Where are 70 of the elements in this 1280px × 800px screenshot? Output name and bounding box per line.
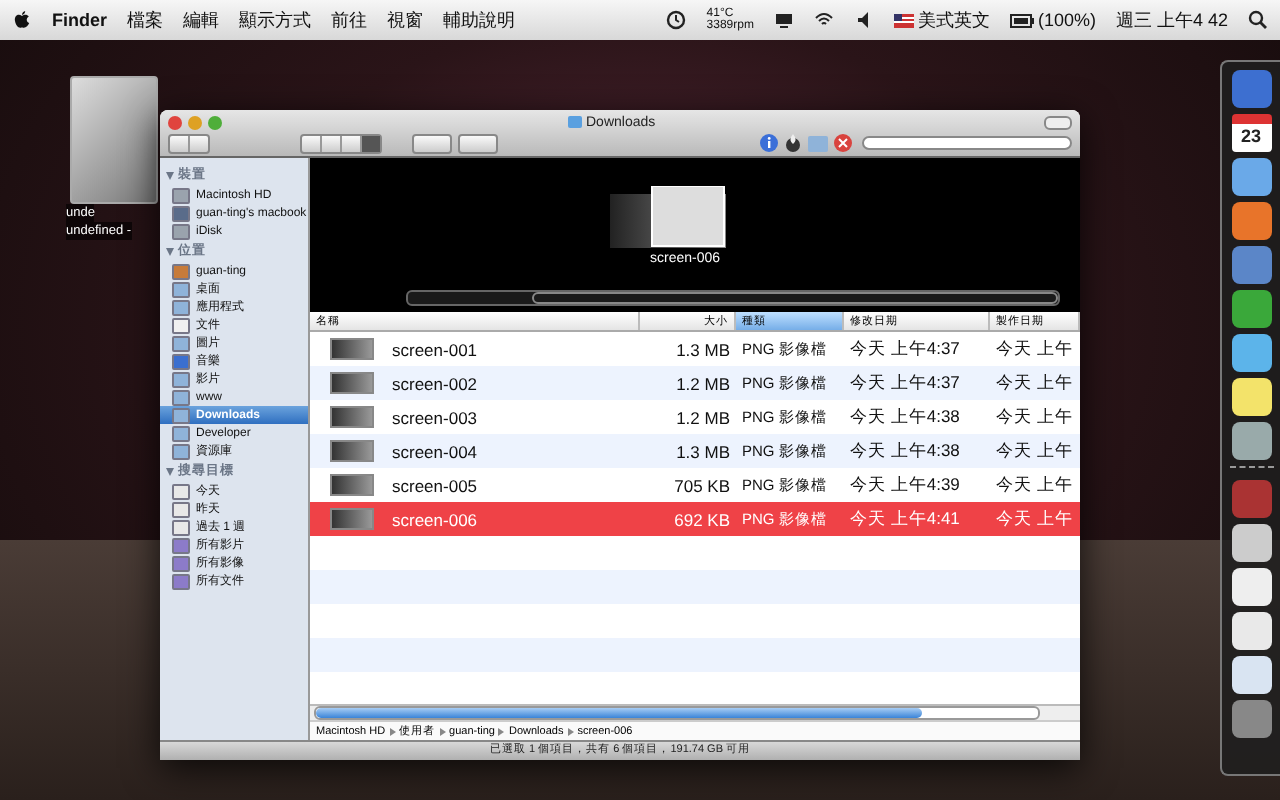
cover-flow-drawing[interactable] xyxy=(610,186,726,248)
file-name: screen-003 xyxy=(390,407,480,427)
modified-date: 今天 上午4:37 xyxy=(848,371,962,395)
menu-item[interactable]: Finder xyxy=(52,10,108,30)
image-thumbnail-icon xyxy=(330,508,374,530)
flame-icon[interactable] xyxy=(784,134,802,152)
modified-date: 今天 上午4:37 xyxy=(848,337,962,361)
created-date: 今天 上午 xyxy=(994,439,1075,463)
image-thumbnail-icon xyxy=(330,338,374,360)
menu-item[interactable]: 顯示方式 xyxy=(239,7,312,33)
file-size: 1.2 MB xyxy=(674,407,732,427)
volume-icon[interactable] xyxy=(853,10,874,30)
display-icon[interactable] xyxy=(773,10,794,30)
menubar-clock[interactable]: 週三 上午4 42 xyxy=(1115,7,1228,33)
chevron-icon xyxy=(567,727,574,735)
image-thumbnail-icon xyxy=(330,406,374,428)
view-mode-buttons[interactable] xyxy=(300,133,382,153)
file-name: screen-006 xyxy=(390,509,480,529)
battery-icon[interactable] xyxy=(1009,13,1034,27)
file-name: screen-002 xyxy=(390,373,480,393)
file-size: 1.2 MB xyxy=(674,373,732,393)
action-menu-button[interactable] xyxy=(458,133,498,153)
image-thumbnail-icon xyxy=(330,474,374,496)
created-date: 今天 上午 xyxy=(994,337,1075,361)
menu-item[interactable]: 視窗 xyxy=(387,7,424,33)
created-date: 今天 上午 xyxy=(994,473,1075,497)
file-size: 1.3 MB xyxy=(674,441,732,461)
file-size: 692 KB xyxy=(672,509,732,529)
toolbar-toggle-button[interactable] xyxy=(1044,115,1072,129)
menu-item[interactable]: 檔案 xyxy=(127,7,164,33)
file-name: screen-005 xyxy=(390,475,480,495)
input-source-label[interactable]: 美式英文 xyxy=(917,7,990,33)
image-thumbnail-icon xyxy=(330,372,374,394)
disclosure-triangle-icon[interactable] xyxy=(166,171,174,179)
menu-item[interactable]: 輔助說明 xyxy=(443,7,516,33)
battery-percent: (100%) xyxy=(1037,10,1096,30)
search-field[interactable] xyxy=(862,136,1072,150)
wifi-icon[interactable] xyxy=(813,10,834,30)
file-name: screen-004 xyxy=(390,441,480,461)
search-icon[interactable] xyxy=(1248,10,1268,30)
chevron-icon xyxy=(389,727,396,735)
disc-case-icon[interactable] xyxy=(70,76,158,204)
modified-date: 今天 上午4:38 xyxy=(848,405,962,429)
chevron-icon xyxy=(498,727,505,735)
menu-item[interactable]: 編輯 xyxy=(183,7,220,33)
flag-icon[interactable] xyxy=(893,13,914,27)
image-thumbnail-icon xyxy=(330,440,374,462)
disclosure-triangle-icon[interactable] xyxy=(166,247,174,255)
delete-icon[interactable] xyxy=(834,134,852,152)
apple-icon[interactable] xyxy=(12,10,32,30)
file-size: 1.3 MB xyxy=(674,339,732,359)
file-name: screen-001 xyxy=(390,339,480,359)
menu-item[interactable]: 前往 xyxy=(331,7,368,33)
chevron-icon xyxy=(439,727,446,735)
horizontal-scrollbar[interactable] xyxy=(314,706,1040,720)
disclosure-triangle-icon[interactable] xyxy=(166,467,174,475)
back-forward-button[interactable] xyxy=(168,133,210,153)
modified-date: 今天 上午4:38 xyxy=(848,439,962,463)
cover-flow-scrollbar[interactable] xyxy=(406,290,1060,306)
info-icon[interactable] xyxy=(760,134,778,152)
created-date: 今天 上午 xyxy=(994,405,1075,429)
modified-date: 今天 上午4:39 xyxy=(848,473,962,497)
timer-icon[interactable] xyxy=(666,10,687,30)
created-date: 今天 上午 xyxy=(994,371,1075,395)
close-button[interactable] xyxy=(168,115,182,129)
quick-look-button[interactable] xyxy=(412,133,452,153)
created-date: 今天 上午 xyxy=(994,507,1075,531)
modified-date: 今天 上午4:41 xyxy=(848,507,962,531)
file-size: 705 KB xyxy=(672,475,732,495)
calendar-icon[interactable]: 23 xyxy=(1231,114,1271,152)
